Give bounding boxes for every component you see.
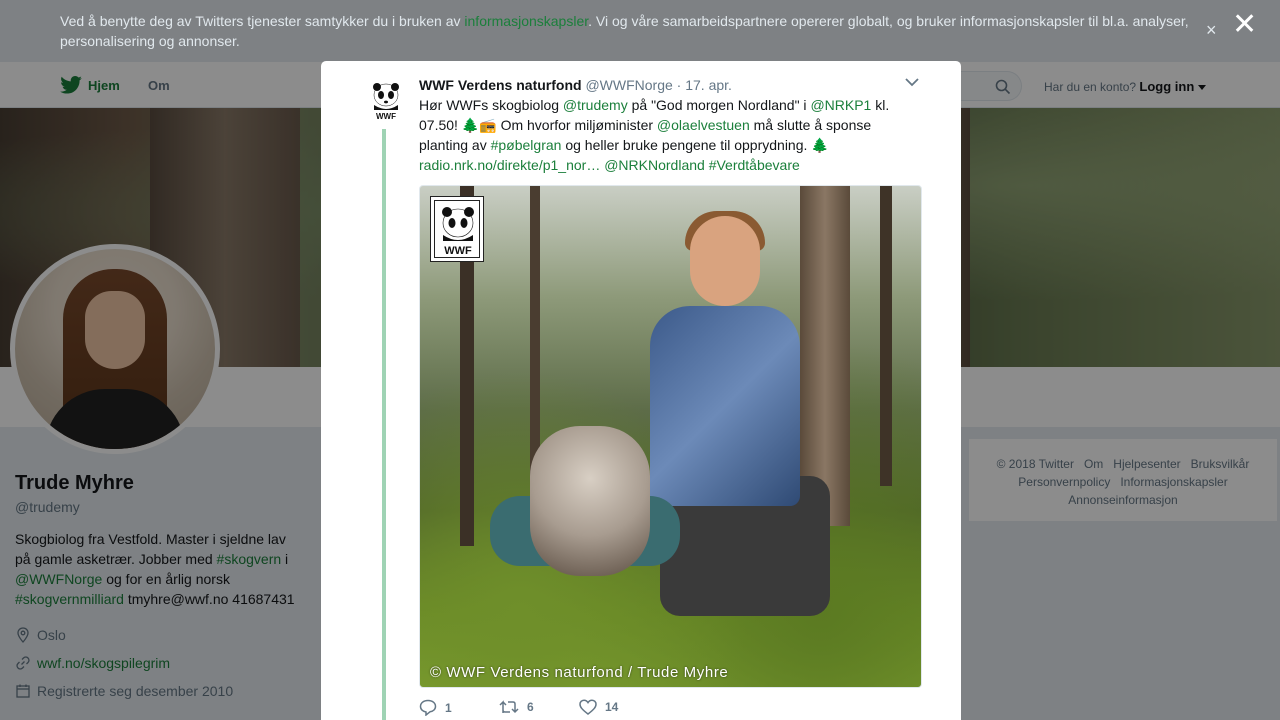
- reply-button[interactable]: 1: [419, 699, 452, 716]
- tweet-modal: WWF WWF Verdens naturfond @WWFNorge · 17…: [321, 61, 961, 720]
- tweet-link[interactable]: @olaelvestuen: [657, 117, 750, 133]
- wwf-panda-logo-icon[interactable]: WWF: [371, 83, 401, 121]
- tweet-text: Hør WWFs skogbiolog @trudemy på "God mor…: [419, 95, 909, 175]
- tweet-link[interactable]: @NRKNordland: [604, 157, 705, 173]
- tweet-header: WWF Verdens naturfond @WWFNorge · 17. ap…: [419, 76, 732, 94]
- photo-wwf-logo-frame: WWF: [434, 200, 480, 258]
- retweet-count: 6: [527, 700, 534, 714]
- like-count: 14: [605, 700, 619, 714]
- cookie-banner: Ved å benytte deg av Twitters tjenester …: [0, 0, 1280, 62]
- tweet-link[interactable]: radio.nrk.no/direkte/p1_nor…: [419, 157, 600, 173]
- tweet-link[interactable]: #Verdtåbevare: [709, 157, 800, 173]
- tweet-link[interactable]: #pøbelgran: [491, 137, 562, 153]
- reply-count: 1: [445, 700, 452, 715]
- cookie-close-icon[interactable]: ×: [1206, 20, 1217, 40]
- photo-person-head: [690, 216, 760, 306]
- tweet-separator: ·: [676, 77, 682, 93]
- thread-line: [382, 129, 386, 720]
- tweet-author-name[interactable]: WWF Verdens naturfond: [419, 77, 582, 93]
- like-button[interactable]: 14: [579, 699, 618, 715]
- modal-close-icon[interactable]: ✕: [1232, 8, 1257, 42]
- wwf-logo-text: WWF: [376, 112, 396, 121]
- tweet-text-segment: på "God morgen Nordland" i: [627, 97, 811, 113]
- photo-wwf-logo: WWF: [430, 196, 484, 262]
- cookie-text: Ved å benytte deg av Twitters tjenester …: [60, 11, 1200, 51]
- chevron-down-icon[interactable]: [905, 78, 919, 88]
- photo-dog: [530, 426, 650, 576]
- tweet-photo[interactable]: WWF © WWF Verdens naturfond / Trude Myhr…: [419, 185, 922, 688]
- tweet-date[interactable]: 17. apr.: [685, 77, 732, 93]
- photo-caption: © WWF Verdens naturfond / Trude Myhre: [430, 664, 729, 681]
- retweet-icon: [499, 700, 519, 714]
- heart-icon: [579, 699, 597, 715]
- retweet-button[interactable]: 6: [499, 699, 534, 715]
- tweet-link[interactable]: @trudemy: [563, 97, 628, 113]
- tweet-link[interactable]: @NRKP1: [810, 97, 871, 113]
- photo-tree: [880, 186, 892, 486]
- tweet-text-segment: Hør WWFs skogbiolog: [419, 97, 563, 113]
- photo-tree: [800, 186, 850, 526]
- reply-icon: [419, 699, 437, 716]
- photo-wwf-text: WWF: [444, 245, 472, 257]
- tweet-author-handle[interactable]: @WWFNorge: [585, 77, 672, 93]
- photo-person-torso: [650, 306, 800, 506]
- cookie-link[interactable]: informasjonskapsler: [464, 13, 588, 29]
- cookie-text-start: Ved å benytte deg av Twitters tjenester …: [60, 13, 465, 29]
- tweet-text-segment: og heller bruke pengene til opprydning. …: [561, 137, 829, 153]
- wwf-panda-icon: WWF: [442, 207, 474, 257]
